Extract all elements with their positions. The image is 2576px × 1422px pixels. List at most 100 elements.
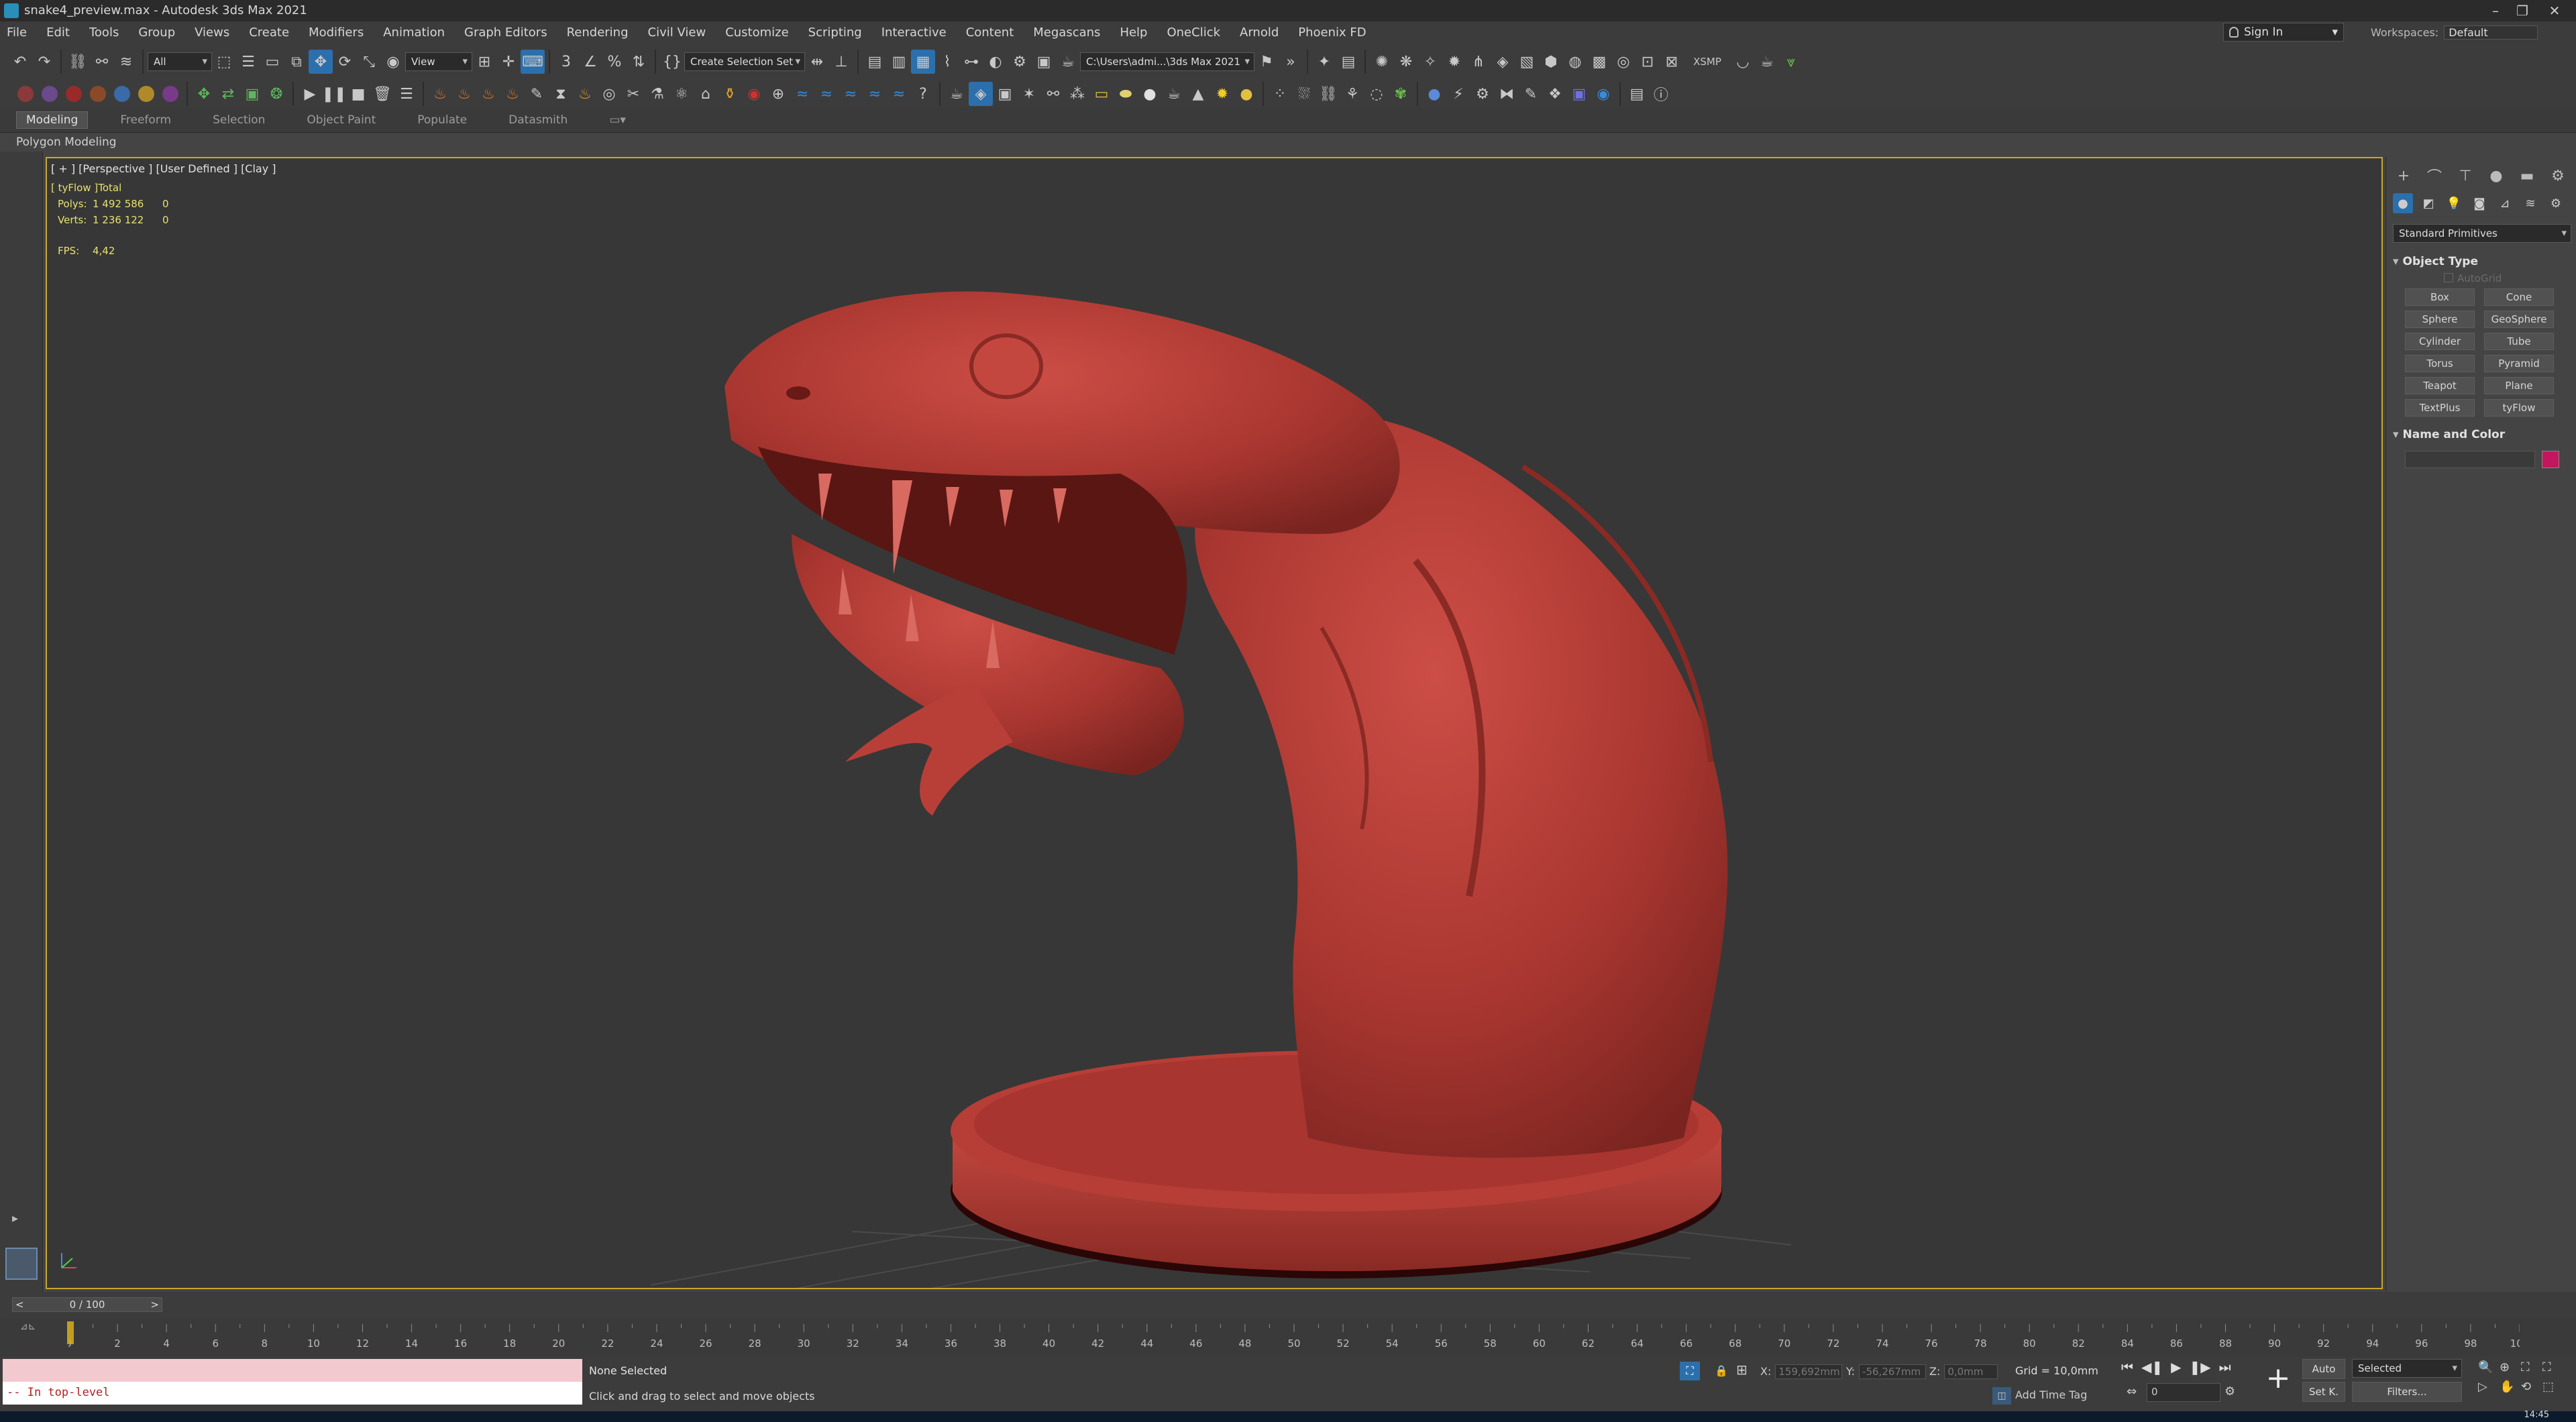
perspective-viewport[interactable]: [ + ] [Perspective ] [User Defined ] [Cl… [46,157,2383,1289]
plugin-tool-icon[interactable]: ⋔ [1466,50,1491,74]
water-icon[interactable]: ≈ [863,82,887,106]
ribbon-options-icon[interactable]: ▭▾ [600,112,635,128]
key-filters-button[interactable]: Filters... [2352,1382,2462,1402]
plugin-icon[interactable]: ◌ [1364,82,1389,106]
teapot-icon[interactable]: ☕ [945,82,969,106]
object-name-input[interactable] [2405,451,2535,468]
cone-button[interactable]: Cone [2484,288,2554,306]
geosphere-button[interactable]: GeoSphere [2484,311,2554,328]
plugin-icon[interactable] [138,86,154,102]
water-icon[interactable]: ≈ [887,82,911,106]
plugin-icon[interactable]: ☕ [1162,82,1186,106]
plugin-icon[interactable]: ⁂ [1065,82,1089,106]
move-gizmo-icon[interactable]: ✥ [192,82,216,106]
fire-icon[interactable]: ♨ [452,82,476,106]
project-settings-icon[interactable]: ⚑ [1254,50,1279,74]
layer-explorer-icon[interactable]: ▥ [887,50,911,74]
mirror-icon[interactable]: ⇹ [805,50,829,74]
tab-selection[interactable]: Selection [203,112,274,128]
plugin-icon[interactable] [162,86,178,102]
time-cursor[interactable] [67,1321,74,1344]
rectangular-selection-icon[interactable]: ▭ [260,50,284,74]
tab-freeform[interactable]: Freeform [111,112,180,128]
rotate-icon[interactable]: ❂ [264,82,288,106]
align-icon[interactable]: ⊥ [829,50,853,74]
selection-filter-dropdown[interactable]: All [148,52,212,71]
set-key-icon[interactable]: + [2262,1363,2294,1395]
set-key-button[interactable]: Set K. [2302,1382,2345,1402]
sphere-button[interactable]: Sphere [2405,311,2475,328]
plugin-tool-icon[interactable]: ◎ [1611,50,1635,74]
time-slider-thumb[interactable]: <0 / 100 > [12,1297,162,1312]
helpers-icon[interactable]: ⊿ [2495,193,2515,213]
time-tag-icon[interactable]: ◫ [1992,1387,2011,1405]
plugin-icon[interactable]: ⬬ [1114,82,1138,106]
geometry-icon[interactable]: ● [2393,193,2413,213]
plugin-icon[interactable]: ⚯ [1041,82,1065,106]
water-icon[interactable]: ≈ [790,82,814,106]
percent-snap-icon[interactable]: % [602,50,627,74]
previous-frame-icon[interactable]: ◀❚ [2141,1359,2163,1375]
field-of-view-icon[interactable]: ▷ [2478,1380,2500,1394]
space-warps-icon[interactable]: ≋ [2520,193,2540,213]
viewport-layout-tab[interactable] [5,1248,38,1280]
mini-curve-editor-icon[interactable]: ⊿⊾ [20,1321,36,1332]
stop-icon[interactable]: ■ [346,82,370,106]
modify-tab-icon[interactable]: ⌒ [2424,165,2445,186]
select-and-rotate-icon[interactable]: ⟳ [333,50,357,74]
track-bar[interactable]: ⊿⊾ 0246810121416182022242628303234363840… [0,1319,2576,1356]
fire-icon[interactable]: ♨ [573,82,597,106]
plugin-icon[interactable] [17,86,34,102]
select-object-icon[interactable]: ⬚ [212,50,236,74]
named-selection-sets-dropdown[interactable]: Create Selection Set [684,52,805,71]
maxscript-listener-output[interactable]: -- In top-level [3,1382,582,1405]
tube-button[interactable]: Tube [2484,333,2554,350]
plugin-icon[interactable]: ✾ [1389,82,1413,106]
object-type-rollout[interactable]: Object Type [2393,255,2571,268]
link-icon[interactable]: ⛓ [66,50,90,74]
plugin-icon[interactable]: ▲ [1186,82,1210,106]
time-slider-next-icon[interactable]: > [150,1298,162,1311]
plugin-tool-icon[interactable]: ❋ [1394,50,1418,74]
list-icon[interactable]: ☰ [394,82,419,106]
plugin-icon[interactable] [90,86,106,102]
plugin-icon[interactable]: ❖ [1543,82,1567,106]
plugin-icon[interactable]: ⚘ [1340,82,1364,106]
pan-icon[interactable]: ✋ [2500,1380,2521,1394]
object-color-swatch[interactable] [2542,451,2559,468]
y-coordinate[interactable]: Y: -56,267mm [1846,1364,1927,1379]
plugin-icon[interactable]: ▣ [1567,82,1591,106]
time-configuration-icon[interactable]: ⚙ [2224,1384,2235,1399]
time-slider-prev-icon[interactable]: < [13,1298,24,1311]
menu-help[interactable]: Help [1120,25,1147,40]
xsmp-label[interactable]: XSMP [1684,50,1731,74]
tab-object-paint[interactable]: Object Paint [297,112,385,128]
isolate-selection-icon[interactable]: ⛶ [1680,1362,1700,1380]
plugin-tool-icon[interactable]: ⊡ [1635,50,1660,74]
plugin-icon[interactable]: ⌂ [694,82,718,106]
select-by-name-icon[interactable]: ☰ [236,50,260,74]
menu-edit[interactable]: Edit [46,25,70,40]
fire-icon[interactable]: ♨ [476,82,500,106]
expand-arrow-icon[interactable]: ▸ [12,1211,18,1225]
auto-key-button[interactable]: Auto [2302,1359,2345,1379]
plugin-icon[interactable]: ⧓ [1495,82,1519,106]
sign-in-dropdown[interactable]: Sign In ▾ [2223,23,2344,42]
plugin-tool-icon[interactable]: ✺ [1370,50,1394,74]
delete-icon[interactable]: 🗑 [370,82,394,106]
water-icon[interactable]: ≈ [814,82,839,106]
plugin-icon[interactable]: ✎ [1519,82,1543,106]
menu-civil-view[interactable]: Civil View [648,25,706,40]
window-crossing-icon[interactable]: ⧉ [284,50,309,74]
menu-arnold[interactable]: Arnold [1240,25,1279,40]
go-to-end-icon[interactable]: ⏭ [2219,1359,2231,1375]
textplus-button[interactable]: TextPlus [2405,399,2475,417]
motion-tab-icon[interactable]: ● [2485,165,2507,186]
time-slider[interactable]: <0 / 100 > [0,1292,2576,1319]
notes-icon[interactable]: ▤ [1336,50,1360,74]
ribbon-panel-title[interactable]: Polygon Modeling [16,135,117,149]
schematic-view-icon[interactable]: ⊶ [959,50,983,74]
render-window-icon[interactable]: ▣ [993,82,1017,106]
menu-tools[interactable]: Tools [89,25,119,40]
select-and-place-icon[interactable]: ◉ [381,50,405,74]
